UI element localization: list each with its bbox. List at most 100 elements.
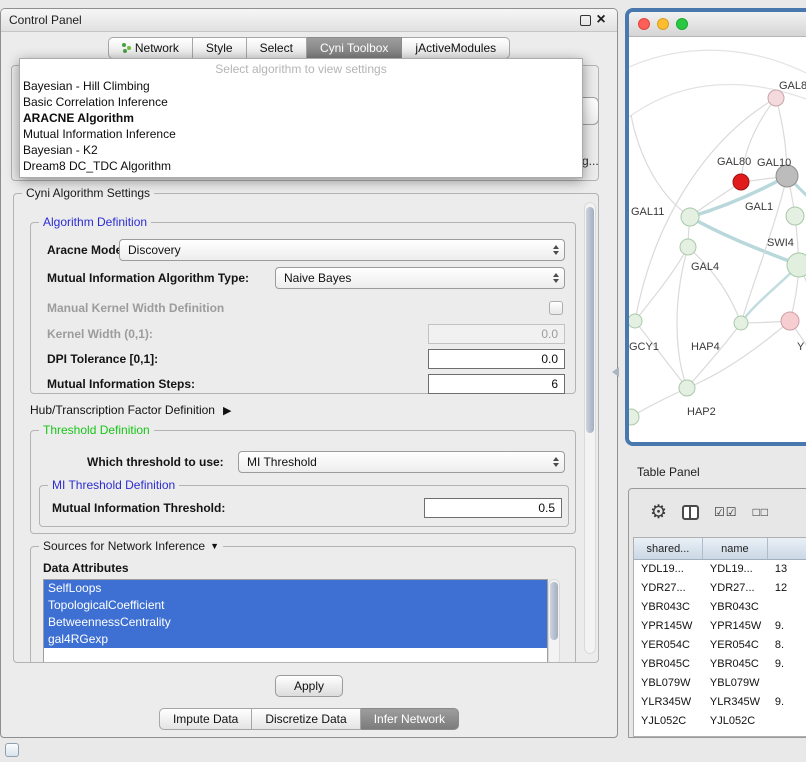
table-cell [768, 598, 806, 617]
network-node[interactable] [734, 316, 748, 330]
algorithm-option[interactable]: Bayesian - Hill Climbing [20, 78, 582, 94]
network-edge [631, 388, 687, 417]
network-node[interactable] [629, 314, 642, 328]
table-rows: YDL19...YDL19...13YDR27...YDR27...12YBR0… [634, 560, 806, 731]
apply-button[interactable]: Apply [275, 675, 343, 697]
table-row[interactable]: YDL19...YDL19...13 [634, 560, 806, 579]
data-attribute-item[interactable]: SelfLoops [44, 580, 547, 597]
hub-definition-label: Hub/Transcription Factor Definition [30, 403, 215, 417]
mi-type-select[interactable]: Naive Bayes [275, 267, 565, 289]
dpi-tolerance-field[interactable]: 0.0 [428, 349, 565, 369]
data-attribute-item[interactable]: TopologicalCoefficient [44, 597, 547, 614]
table-cell: YJL052C [634, 712, 703, 731]
network-node[interactable] [681, 208, 699, 226]
data-attribute-item[interactable]: BetweennessCentrality [44, 614, 547, 631]
splitter-collapse-icon[interactable] [612, 367, 619, 377]
close-window-icon[interactable]: × [593, 12, 609, 28]
node-label: SWI4 [767, 237, 794, 249]
table-row[interactable]: YPR145WYPR145W9. [634, 617, 806, 636]
close-traffic-light-icon[interactable] [638, 18, 650, 30]
table-row[interactable]: YBR043CYBR043C [634, 598, 806, 617]
control-panel-titlebar[interactable]: Control Panel × [1, 9, 617, 32]
algorithm-option[interactable]: Dream8 DC_TDC Algorithm [20, 158, 582, 174]
tab-style[interactable]: Style [193, 37, 247, 59]
sources-title[interactable]: Sources for Network Inference ▼ [39, 539, 223, 554]
control-panel-tabs: NetworkStyleSelectCyni ToolboxjActiveMod… [1, 37, 617, 59]
table-row[interactable]: YDR27...YDR27...12 [634, 579, 806, 598]
cyni-settings-groupbox: Cyni Algorithm Settings Algorithm Defini… [13, 193, 599, 663]
table-row[interactable]: YBL079WYBL079W [634, 674, 806, 693]
table-cell: YPR145W [634, 617, 703, 636]
list-scrollbar[interactable] [548, 579, 560, 662]
tab-select[interactable]: Select [247, 37, 307, 59]
algorithm-option[interactable]: Mutual Information Inference [20, 126, 582, 142]
network-node[interactable] [679, 380, 695, 396]
mi-threshold-group-title: MI Threshold Definition [48, 478, 179, 493]
table-cell: YBL079W [634, 674, 703, 693]
settings-scrollbar[interactable] [584, 202, 596, 654]
table-toolbar: ⚙ ☑☑ □□ [629, 489, 806, 535]
column-header[interactable]: name [703, 538, 768, 559]
table-cell: 9. [768, 655, 806, 674]
list-scrollbar-thumb[interactable] [550, 582, 558, 640]
panel-grip-icon[interactable] [5, 743, 19, 757]
tab-infer-network[interactable]: Infer Network [361, 708, 459, 730]
tab-network[interactable]: Network [108, 37, 193, 59]
network-node[interactable] [768, 90, 784, 106]
sources-title-text: Sources for Network Inference [43, 539, 205, 554]
table-row[interactable]: YJL052CYJL052C [634, 712, 806, 731]
tab-discretize-data[interactable]: Discretize Data [252, 708, 360, 730]
network-canvas[interactable]: GAL8GAL80GAL10GAL11GAL1SWI4GAL4GCY1HAP4Y… [629, 37, 806, 443]
data-attribute-item[interactable]: gal4RGexp [44, 631, 547, 648]
network-node[interactable] [680, 239, 696, 255]
tab-cyni-toolbox[interactable]: Cyni Toolbox [307, 37, 402, 59]
threshold-select[interactable]: MI Threshold [238, 451, 565, 473]
zoom-traffic-light-icon[interactable] [676, 18, 688, 30]
column-header[interactable]: shared... [634, 538, 703, 559]
column-header[interactable] [768, 538, 806, 559]
data-attributes-list[interactable]: SelfLoopsTopologicalCoefficientBetweenne… [43, 579, 548, 662]
hub-definition-toggle[interactable]: Hub/Transcription Factor Definition ▶ [30, 402, 231, 418]
manual-kernel-checkbox[interactable] [549, 301, 563, 315]
network-window-titlebar[interactable] [629, 12, 806, 37]
bottom-tabs: Impute DataDiscretize DataInfer Network [1, 708, 617, 730]
algorithm-option[interactable]: Bayesian - K2 [20, 142, 582, 158]
aracne-mode-select[interactable]: Discovery [119, 239, 565, 261]
table-row[interactable]: YBR045CYBR045C9. [634, 655, 806, 674]
algorithm-option[interactable]: Basic Correlation Inference [20, 94, 582, 110]
network-node[interactable] [781, 312, 799, 330]
network-node[interactable] [786, 207, 804, 225]
table-cell [768, 674, 806, 693]
table-row[interactable]: YER054CYER054C8. [634, 636, 806, 655]
tab-impute-data[interactable]: Impute Data [159, 708, 252, 730]
mi-threshold-value: 0.5 [538, 501, 555, 515]
table-panel-window: ⚙ ☑☑ □□ shared...name YDL19...YDL19...13… [628, 488, 806, 738]
network-node[interactable] [733, 174, 749, 190]
network-node[interactable] [629, 409, 639, 425]
gear-icon[interactable]: ⚙ [650, 503, 667, 522]
settings-scrollbar-thumb[interactable] [586, 207, 594, 433]
expand-arrow-icon[interactable]: ▶ [223, 404, 231, 417]
table-cell: YDL19... [634, 560, 703, 579]
columns-icon[interactable] [682, 505, 699, 520]
table-cell: YPR145W [703, 617, 768, 636]
network-edge [629, 50, 806, 81]
dpi-tolerance-value: 0.0 [541, 352, 558, 366]
minimize-traffic-light-icon[interactable] [657, 18, 669, 30]
float-window-icon[interactable] [577, 12, 593, 28]
deselect-all-icon[interactable]: □□ [753, 505, 770, 519]
mi-threshold-field[interactable]: 0.5 [424, 498, 562, 518]
tab-jactivemodules[interactable]: jActiveModules [402, 37, 510, 59]
table-row[interactable]: YLR345WYLR345W9. [634, 693, 806, 712]
algorithm-definition-groupbox: Algorithm Definition Aracne Mode: Discov… [30, 222, 576, 394]
kernel-width-value: 0.0 [541, 327, 558, 341]
network-node[interactable] [787, 253, 806, 277]
table-cell: YBR043C [634, 598, 703, 617]
mi-steps-field[interactable]: 6 [428, 374, 565, 394]
algorithm-option[interactable]: ARACNE Algorithm [20, 110, 582, 126]
table-cell: YJL052C [703, 712, 768, 731]
aracne-mode-label: Aracne Mode: [47, 239, 126, 261]
select-all-icon[interactable]: ☑☑ [714, 505, 738, 519]
mi-type-label: Mutual Information Algorithm Type: [47, 267, 249, 289]
table-cell: YBR045C [703, 655, 768, 674]
